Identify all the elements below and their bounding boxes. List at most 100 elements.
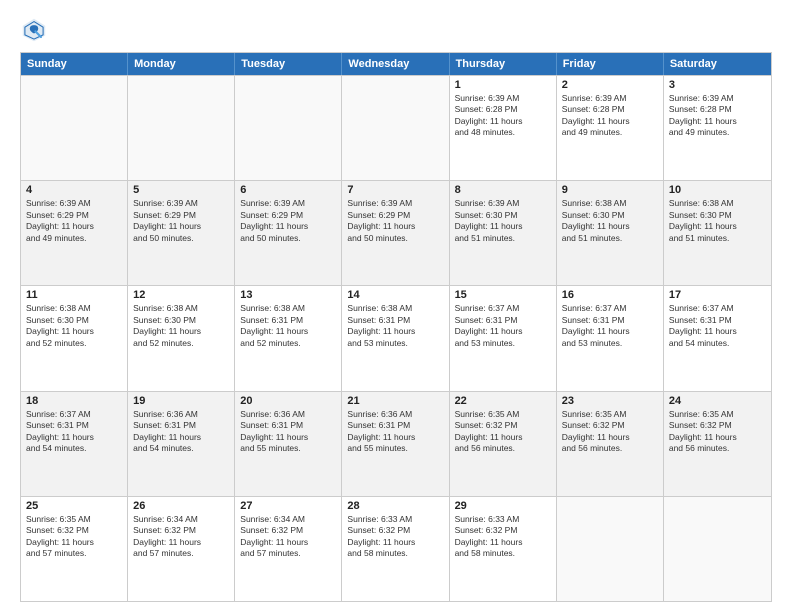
- day-number: 14: [347, 289, 443, 301]
- logo-icon: [20, 16, 48, 44]
- day-cell: 19Sunrise: 6:36 AM Sunset: 6:31 PM Dayli…: [128, 392, 235, 496]
- day-number: 13: [240, 289, 336, 301]
- day-cell: 17 Sunrise: 6:37 AM Sunset: 6:31 PM Dayli…: [664, 286, 771, 390]
- day-number: 26: [133, 500, 229, 512]
- day-info: Sunrise: 6:34 AM Sunset: 6:32 PM Dayligh…: [133, 514, 229, 560]
- day-number: 4: [26, 184, 122, 196]
- day-cell: 13 Sunrise: 6:38 AM Sunset: 6:31 PM Dayli…: [235, 286, 342, 390]
- logo: [20, 16, 52, 44]
- day-cell: 12 Sunrise: 6:38 AM Sunset: 6:30 PM Dayli…: [128, 286, 235, 390]
- cal-header-cell: Saturday: [664, 53, 771, 75]
- cal-header-cell: Monday: [128, 53, 235, 75]
- day-number: 27: [240, 500, 336, 512]
- day-info: Sunrise: 6:39 AM Sunset: 6:28 PM Dayligh…: [455, 93, 551, 139]
- day-info: Sunrise: 6:37 AM Sunset: 6:31 PM Dayligh…: [455, 303, 551, 349]
- day-info: Sunrise: 6:35 AM Sunset: 6:32 PM Dayligh…: [562, 409, 658, 455]
- day-cell: 25 Sunrise: 6:35 AM Sunset: 6:32 PM Dayli…: [21, 497, 128, 601]
- day-number: 6: [240, 184, 336, 196]
- empty-cell: [342, 76, 449, 180]
- day-number: 9: [562, 184, 658, 196]
- day-number: 24: [669, 395, 766, 407]
- day-cell: 4 Sunrise: 6:39 AM Sunset: 6:29 PM Daylig…: [21, 181, 128, 285]
- cal-header-cell: Wednesday: [342, 53, 449, 75]
- day-info: Sunrise: 6:39 AM Sunset: 6:29 PM Dayligh…: [133, 198, 229, 244]
- day-info: Sunrise: 6:38 AM Sunset: 6:31 PM Dayligh…: [240, 303, 336, 349]
- day-cell: 22 Sunrise: 6:35 AM Sunset: 6:32 PM Dayli…: [450, 392, 557, 496]
- day-number: 5: [133, 184, 229, 196]
- cal-header-cell: Tuesday: [235, 53, 342, 75]
- day-info: Sunrise: 6:39 AM Sunset: 6:28 PM Dayligh…: [669, 93, 766, 139]
- day-number: 3: [669, 79, 766, 91]
- day-cell: 18Sunrise: 6:37 AM Sunset: 6:31 PM Dayli…: [21, 392, 128, 496]
- day-cell: 15 Sunrise: 6:37 AM Sunset: 6:31 PM Dayli…: [450, 286, 557, 390]
- day-number: 25: [26, 500, 122, 512]
- day-cell: 16Sunrise: 6:37 AM Sunset: 6:31 PM Dayli…: [557, 286, 664, 390]
- day-number: 15: [455, 289, 551, 301]
- day-cell: 28Sunrise: 6:33 AM Sunset: 6:32 PM Dayli…: [342, 497, 449, 601]
- day-info: Sunrise: 6:38 AM Sunset: 6:30 PM Dayligh…: [669, 198, 766, 244]
- day-cell: 27Sunrise: 6:34 AM Sunset: 6:32 PM Dayli…: [235, 497, 342, 601]
- day-info: Sunrise: 6:39 AM Sunset: 6:30 PM Dayligh…: [455, 198, 551, 244]
- day-number: 8: [455, 184, 551, 196]
- day-info: Sunrise: 6:37 AM Sunset: 6:31 PM Dayligh…: [26, 409, 122, 455]
- day-info: Sunrise: 6:38 AM Sunset: 6:30 PM Dayligh…: [133, 303, 229, 349]
- day-number: 21: [347, 395, 443, 407]
- day-cell: 10 Sunrise: 6:38 AM Sunset: 6:30 PM Dayli…: [664, 181, 771, 285]
- day-cell: 26 Sunrise: 6:34 AM Sunset: 6:32 PM Dayli…: [128, 497, 235, 601]
- day-number: 22: [455, 395, 551, 407]
- day-info: Sunrise: 6:35 AM Sunset: 6:32 PM Dayligh…: [455, 409, 551, 455]
- day-number: 19: [133, 395, 229, 407]
- calendar: SundayMondayTuesdayWednesdayThursdayFrid…: [20, 52, 772, 602]
- day-info: Sunrise: 6:33 AM Sunset: 6:32 PM Dayligh…: [455, 514, 551, 560]
- empty-cell: [21, 76, 128, 180]
- day-number: 12: [133, 289, 229, 301]
- day-cell: 20 Sunrise: 6:36 AM Sunset: 6:31 PM Dayli…: [235, 392, 342, 496]
- day-info: Sunrise: 6:38 AM Sunset: 6:30 PM Dayligh…: [562, 198, 658, 244]
- page: SundayMondayTuesdayWednesdayThursdayFrid…: [0, 0, 792, 612]
- day-info: Sunrise: 6:35 AM Sunset: 6:32 PM Dayligh…: [26, 514, 122, 560]
- cal-header-cell: Thursday: [450, 53, 557, 75]
- day-number: 2: [562, 79, 658, 91]
- day-number: 23: [562, 395, 658, 407]
- calendar-body: 1 Sunrise: 6:39 AM Sunset: 6:28 PM Daylig…: [21, 75, 771, 601]
- day-info: Sunrise: 6:33 AM Sunset: 6:32 PM Dayligh…: [347, 514, 443, 560]
- day-cell: 11Sunrise: 6:38 AM Sunset: 6:30 PM Dayli…: [21, 286, 128, 390]
- day-cell: 29Sunrise: 6:33 AM Sunset: 6:32 PM Dayli…: [450, 497, 557, 601]
- day-cell: 23 Sunrise: 6:35 AM Sunset: 6:32 PM Dayli…: [557, 392, 664, 496]
- day-info: Sunrise: 6:39 AM Sunset: 6:29 PM Dayligh…: [240, 198, 336, 244]
- day-cell: 14 Sunrise: 6:38 AM Sunset: 6:31 PM Dayli…: [342, 286, 449, 390]
- day-cell: 9 Sunrise: 6:38 AM Sunset: 6:30 PM Daylig…: [557, 181, 664, 285]
- header: [20, 16, 772, 44]
- calendar-header-row: SundayMondayTuesdayWednesdayThursdayFrid…: [21, 53, 771, 75]
- day-info: Sunrise: 6:39 AM Sunset: 6:29 PM Dayligh…: [347, 198, 443, 244]
- day-info: Sunrise: 6:39 AM Sunset: 6:28 PM Dayligh…: [562, 93, 658, 139]
- cal-header-cell: Friday: [557, 53, 664, 75]
- day-cell: 2 Sunrise: 6:39 AM Sunset: 6:28 PM Daylig…: [557, 76, 664, 180]
- day-number: 20: [240, 395, 336, 407]
- day-number: 10: [669, 184, 766, 196]
- calendar-week-row: 1 Sunrise: 6:39 AM Sunset: 6:28 PM Daylig…: [21, 75, 771, 180]
- day-info: Sunrise: 6:39 AM Sunset: 6:29 PM Dayligh…: [26, 198, 122, 244]
- calendar-week-row: 4 Sunrise: 6:39 AM Sunset: 6:29 PM Daylig…: [21, 180, 771, 285]
- day-cell: 21 Sunrise: 6:36 AM Sunset: 6:31 PM Dayli…: [342, 392, 449, 496]
- day-number: 11: [26, 289, 122, 301]
- day-cell: 24Sunrise: 6:35 AM Sunset: 6:32 PM Dayli…: [664, 392, 771, 496]
- day-info: Sunrise: 6:36 AM Sunset: 6:31 PM Dayligh…: [347, 409, 443, 455]
- day-number: 16: [562, 289, 658, 301]
- day-cell: 3 Sunrise: 6:39 AM Sunset: 6:28 PM Daylig…: [664, 76, 771, 180]
- empty-cell: [235, 76, 342, 180]
- day-info: Sunrise: 6:36 AM Sunset: 6:31 PM Dayligh…: [240, 409, 336, 455]
- day-number: 17: [669, 289, 766, 301]
- day-info: Sunrise: 6:37 AM Sunset: 6:31 PM Dayligh…: [669, 303, 766, 349]
- day-cell: 8 Sunrise: 6:39 AM Sunset: 6:30 PM Daylig…: [450, 181, 557, 285]
- cal-header-cell: Sunday: [21, 53, 128, 75]
- empty-cell: [128, 76, 235, 180]
- empty-cell: [664, 497, 771, 601]
- day-number: 7: [347, 184, 443, 196]
- day-cell: 6 Sunrise: 6:39 AM Sunset: 6:29 PM Daylig…: [235, 181, 342, 285]
- day-number: 1: [455, 79, 551, 91]
- day-cell: 7 Sunrise: 6:39 AM Sunset: 6:29 PM Daylig…: [342, 181, 449, 285]
- calendar-week-row: 18Sunrise: 6:37 AM Sunset: 6:31 PM Dayli…: [21, 391, 771, 496]
- day-info: Sunrise: 6:38 AM Sunset: 6:31 PM Dayligh…: [347, 303, 443, 349]
- day-cell: 5 Sunrise: 6:39 AM Sunset: 6:29 PM Daylig…: [128, 181, 235, 285]
